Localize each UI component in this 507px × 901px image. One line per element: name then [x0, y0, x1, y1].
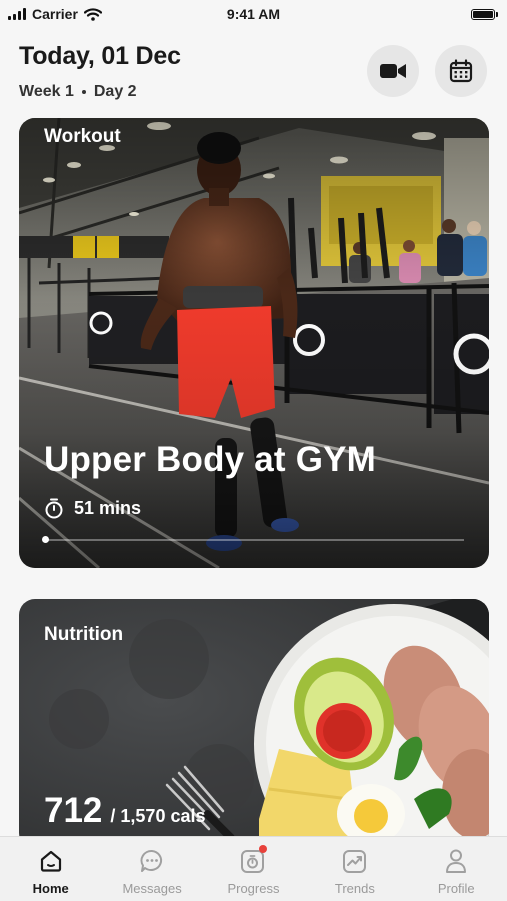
- trends-icon: [341, 847, 369, 875]
- workout-title: Upper Body at GYM: [44, 440, 377, 479]
- page-header: Today, 01 Dec Week 1 Day 2: [19, 42, 181, 101]
- page-title: Today, 01 Dec: [19, 42, 181, 70]
- wifi-icon: [83, 7, 102, 21]
- tab-label: Messages: [122, 881, 182, 896]
- nutrition-label: Nutrition: [44, 624, 124, 645]
- signal-icon: [8, 8, 26, 20]
- workout-card[interactable]: Workout Upper Body at GYM 51 mins: [19, 118, 489, 568]
- calories-target: / 1,570 cals: [110, 806, 206, 826]
- separator-dot: [81, 90, 86, 94]
- tab-messages[interactable]: Messages: [102, 837, 203, 896]
- carrier-label: Carrier: [32, 6, 78, 22]
- workout-duration: 51 mins: [44, 498, 141, 519]
- workout-label: Workout: [44, 126, 121, 147]
- battery-icon: [471, 8, 498, 20]
- stopwatch-icon: [45, 498, 63, 519]
- week-label: Week 1: [19, 83, 74, 100]
- tab-label: Profile: [437, 881, 475, 896]
- tab-profile[interactable]: Profile: [406, 837, 507, 896]
- bottom-tab-bar: Home Messages Progress Trends Profile: [0, 836, 507, 901]
- tab-label: Trends: [334, 881, 375, 896]
- calories-consumed: 712: [44, 791, 103, 830]
- tab-label: Progress: [227, 881, 280, 896]
- chat-icon: [138, 847, 166, 875]
- calendar-button[interactable]: [435, 45, 487, 97]
- nutrition-card[interactable]: Nutrition 712 / 1,570 cals: [19, 599, 489, 849]
- status-left: Carrier: [0, 6, 102, 22]
- profile-icon: [442, 847, 470, 875]
- home-icon: [37, 847, 65, 875]
- calendar-icon: [449, 59, 473, 83]
- status-bar: Carrier 9:41 AM: [0, 0, 507, 28]
- workout-progress-knob[interactable]: [42, 536, 49, 543]
- tab-progress[interactable]: Progress: [203, 837, 304, 896]
- day-label: Day 2: [93, 83, 137, 100]
- tab-label: Home: [32, 881, 69, 896]
- progress-icon: [239, 845, 268, 875]
- tab-home[interactable]: Home: [0, 837, 101, 896]
- calorie-summary: 712 / 1,570 cals: [44, 791, 206, 831]
- tab-trends[interactable]: Trends: [304, 837, 405, 896]
- video-camera-icon: [380, 64, 406, 78]
- duration-text: 51 mins: [74, 498, 142, 518]
- week-day-info: Week 1 Day 2: [19, 83, 181, 101]
- video-call-button[interactable]: [367, 45, 419, 97]
- workout-progress-track: [42, 536, 464, 543]
